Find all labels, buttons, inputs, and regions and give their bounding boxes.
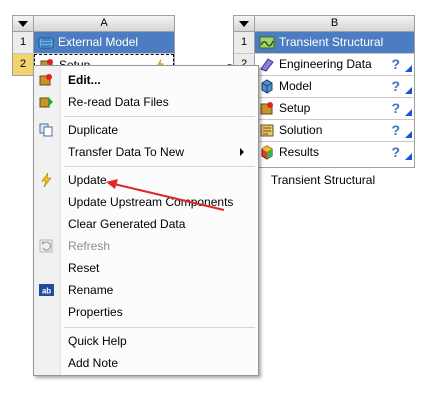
svg-text:ab: ab xyxy=(42,287,51,296)
results-icon xyxy=(261,145,273,160)
system-b-header: B xyxy=(234,16,414,32)
status-triangle-icon xyxy=(405,153,412,160)
reread-icon xyxy=(39,97,53,108)
status-question-icon: ? xyxy=(391,122,400,138)
menu-item-label: Quick Help xyxy=(68,334,127,348)
menu-item-rename[interactable]: ab Rename xyxy=(34,279,258,301)
status-triangle-icon xyxy=(405,65,412,72)
row-number: 1 xyxy=(234,32,255,53)
transient-structural-title: Transient Structural xyxy=(279,35,384,49)
solution-icon xyxy=(260,124,274,137)
menu-item-label: Update Upstream Components xyxy=(68,195,234,209)
menu-item-transfer-data-to-new[interactable]: Transfer Data To New xyxy=(34,141,258,163)
menu-separator xyxy=(64,116,255,117)
transient-structural-icon xyxy=(259,36,275,49)
status-question-icon: ? xyxy=(391,78,400,94)
menu-item-label: Edit... xyxy=(68,73,101,87)
model-label: Model xyxy=(279,79,312,93)
engineering-data-label: Engineering Data xyxy=(279,57,372,71)
setup-icon xyxy=(260,102,273,115)
menu-item-reset[interactable]: Reset xyxy=(34,257,258,279)
status-triangle-icon xyxy=(405,109,412,116)
system-b-dropdown-button[interactable] xyxy=(234,16,255,31)
external-model-icon xyxy=(38,37,54,49)
refresh-icon xyxy=(39,239,53,253)
menu-item-label: Transfer Data To New xyxy=(68,145,185,159)
menu-item-add-note[interactable]: Add Note xyxy=(34,352,258,374)
submenu-arrow-icon xyxy=(240,148,244,156)
menu-item-refresh: Refresh xyxy=(34,235,258,257)
system-b-block[interactable]: B 1 Transient Structural 2 Engineering D… xyxy=(233,15,415,168)
setup-cell: Setup ? xyxy=(255,98,414,119)
menu-item-duplicate[interactable]: Duplicate xyxy=(34,119,258,141)
rename-icon: ab xyxy=(39,284,54,296)
menu-separator xyxy=(64,166,255,167)
status-question-icon: ? xyxy=(391,144,400,160)
menu-item-edit[interactable]: Edit... xyxy=(34,69,258,91)
external-model-label: External Model xyxy=(58,35,139,49)
status-question-icon: ? xyxy=(391,56,400,72)
menu-item-label: Rename xyxy=(68,283,114,297)
menu-item-update-upstream-components[interactable]: Update Upstream Components xyxy=(34,191,258,213)
system-a-header: A xyxy=(13,16,174,32)
system-a-title-cell: External Model xyxy=(34,32,174,53)
system-a-letter: A xyxy=(100,17,108,29)
menu-separator xyxy=(64,327,255,328)
results-cell: Results ? xyxy=(255,142,414,163)
menu-item-label: Refresh xyxy=(68,239,111,253)
menu-item-quick-help[interactable]: Quick Help xyxy=(34,330,258,352)
edit-icon xyxy=(39,74,52,86)
system-b-row-4[interactable]: Setup ? xyxy=(234,98,414,120)
engineering-data-cell: Engineering Data ? xyxy=(255,54,414,75)
setup-label: Setup xyxy=(279,101,311,115)
row-number: 2 xyxy=(13,54,34,75)
menu-item-reread-data-files[interactable]: Re-read Data Files xyxy=(34,91,258,113)
menu-item-label: Add Note xyxy=(68,356,119,370)
model-cell: Model ? xyxy=(255,76,414,97)
system-b-row-5[interactable]: Solution ? xyxy=(234,120,414,142)
status-question-icon: ? xyxy=(391,100,400,116)
model-icon xyxy=(261,79,273,94)
row-number: 1 xyxy=(13,32,34,53)
menu-item-label: Reset xyxy=(68,261,100,275)
system-b-caption[interactable]: Transient Structural xyxy=(233,173,413,187)
system-b-letter: B xyxy=(330,17,339,29)
menu-item-label: Duplicate xyxy=(68,123,119,137)
duplicate-icon xyxy=(39,123,53,137)
system-b-row-6[interactable]: Results ? xyxy=(234,142,414,163)
system-b-row-3[interactable]: Model ? xyxy=(234,76,414,98)
system-b-row-2[interactable]: 2 Engineering Data ? xyxy=(234,54,414,76)
status-triangle-icon xyxy=(405,131,412,138)
update-lightning-icon xyxy=(41,173,52,187)
menu-item-label: Properties xyxy=(68,305,123,319)
menu-item-clear-generated-data[interactable]: Clear Generated Data xyxy=(34,213,258,235)
solution-label: Solution xyxy=(279,123,323,137)
context-menu: Edit... Re-read Data Files Duplicate Tra… xyxy=(33,65,259,376)
menu-item-update[interactable]: Update xyxy=(34,169,258,191)
solution-cell: Solution ? xyxy=(255,120,414,141)
results-label: Results xyxy=(279,145,320,159)
system-b-title-cell: Transient Structural xyxy=(255,32,414,53)
system-a-dropdown-button[interactable] xyxy=(13,16,34,31)
system-a-row-1[interactable]: 1 External Model xyxy=(13,32,174,54)
menu-item-label: Re-read Data Files xyxy=(68,95,169,109)
status-triangle-icon xyxy=(405,87,412,94)
menu-item-properties[interactable]: Properties xyxy=(34,301,258,323)
system-b-row-1[interactable]: 1 Transient Structural xyxy=(234,32,414,54)
menu-item-label: Update xyxy=(68,173,107,187)
engineering-data-icon xyxy=(260,58,274,72)
menu-item-label: Clear Generated Data xyxy=(68,217,186,231)
